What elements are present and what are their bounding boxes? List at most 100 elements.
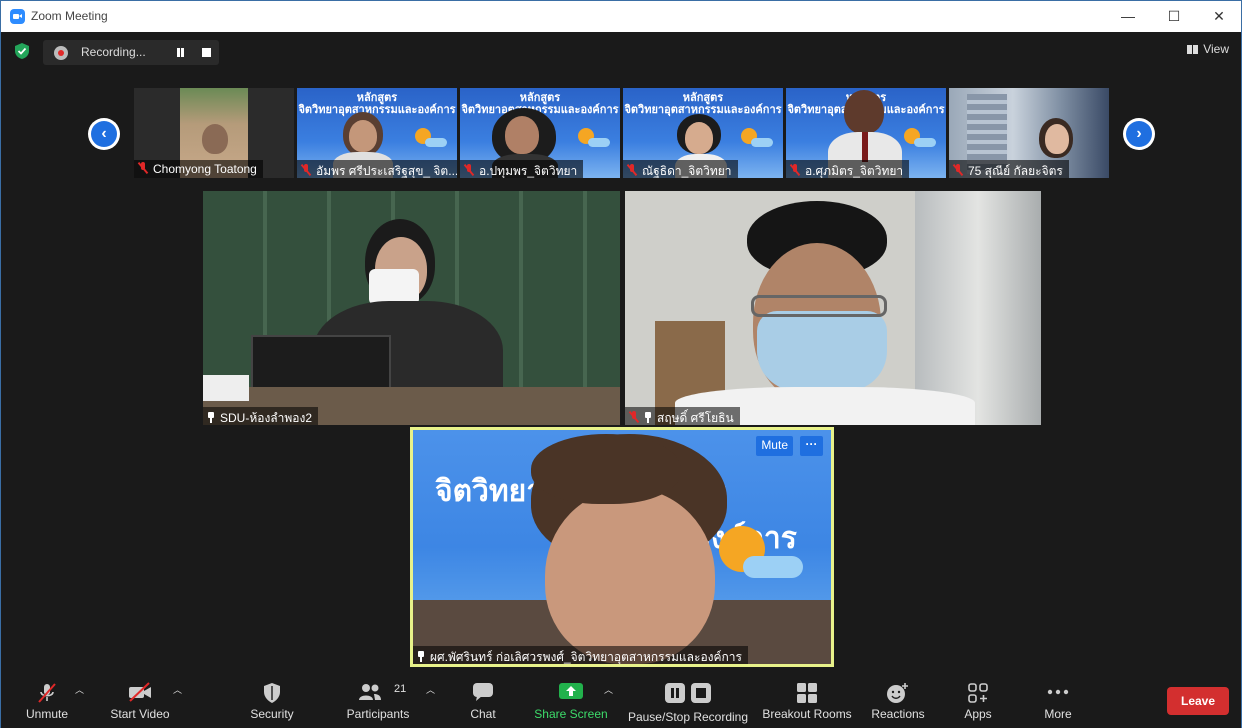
microphone-muted-icon	[38, 683, 56, 703]
pause-stop-icon	[665, 683, 711, 703]
cloud-graphic	[425, 138, 447, 147]
muted-mic-icon	[629, 411, 639, 423]
cloud-graphic	[751, 138, 773, 147]
chevron-left-icon: ‹	[91, 121, 117, 147]
participant-thumbnail[interactable]: 75 สุณีย์ กัลยะจิตร	[949, 88, 1109, 178]
maximize-button[interactable]: ☐	[1151, 1, 1197, 32]
cloud-graphic	[743, 556, 803, 578]
participant-thumbnail[interactable]: หลักสูตร จิตวิทยาอุตสาหกรรมและองค์การ อั…	[297, 88, 457, 178]
breakout-rooms-label: Breakout Rooms	[762, 707, 852, 721]
breakout-rooms-icon	[797, 683, 817, 703]
video-options-caret-icon[interactable]: ︿	[173, 685, 183, 695]
pause-recording-icon[interactable]	[175, 47, 186, 58]
share-options-caret-icon[interactable]: ︿	[604, 685, 614, 695]
share-screen-icon	[559, 683, 583, 699]
pin-icon	[644, 412, 652, 423]
security-button[interactable]: Security	[243, 673, 301, 728]
muted-mic-icon	[301, 164, 311, 176]
zoom-window: Zoom Meeting — ☐ ✕ Recording... View ‹ C…	[0, 0, 1242, 728]
participants-label: Participants	[346, 707, 410, 721]
zoom-app-icon	[10, 9, 25, 24]
slide-text: หลักสูตร	[682, 92, 724, 104]
recording-icon	[54, 46, 68, 60]
participant-video-tile[interactable]: SDU-ห้องลำพอง2	[203, 191, 620, 425]
view-label: View	[1203, 42, 1229, 56]
muted-mic-icon	[464, 164, 474, 176]
audio-options-caret-icon[interactable]: ︿	[75, 685, 85, 695]
slide-text: หลักสูตร	[519, 92, 561, 104]
participants-button[interactable]: 21 Participants	[341, 673, 415, 728]
smiley-add-icon	[887, 683, 908, 703]
unmute-button[interactable]: Unmute	[15, 673, 79, 728]
participant-thumbnail[interactable]: Chomyong Toatong	[134, 88, 294, 178]
share-screen-button[interactable]: Share Screen	[531, 673, 611, 728]
participant-thumbnail[interactable]: หลักสูตร จิตวิทยาอุตสาหกรรมและองค์การ ณั…	[623, 88, 783, 178]
participant-name-label: Chomyong Toatong	[134, 160, 263, 178]
mute-participant-button[interactable]: Mute	[756, 436, 793, 456]
pause-stop-recording-button[interactable]: Pause/Stop Recording	[625, 673, 751, 728]
muted-mic-icon	[790, 164, 800, 176]
slide-text: หลักสูตร	[356, 92, 398, 104]
encryption-shield-icon[interactable]	[13, 42, 31, 60]
chat-label: Chat	[470, 707, 496, 721]
title-bar: Zoom Meeting — ☐ ✕	[1, 1, 1241, 32]
shield-icon	[264, 683, 280, 703]
start-video-button[interactable]: Start Video	[105, 673, 175, 728]
apps-button[interactable]: Apps	[951, 673, 1005, 728]
participant-name-label: อัมพร ศรีประเสริฐสุข_ จิต...	[297, 160, 457, 178]
view-grid-icon	[1187, 45, 1199, 54]
participants-options-caret-icon[interactable]: ︿	[426, 685, 436, 695]
security-label: Security	[250, 707, 294, 721]
pause-stop-recording-label: Pause/Stop Recording	[627, 710, 749, 724]
muted-mic-icon	[627, 164, 637, 176]
active-speaker-tile[interactable]: จิตวิทยา ละองค์การ Mute ··· ผศ.พัศรินทร์…	[410, 427, 834, 667]
participant-thumbnail[interactable]: หลักสูตร จิตวิทยาอุตสาหกรรมและองค์การ อ.…	[460, 88, 620, 178]
reactions-button[interactable]: Reactions	[867, 673, 929, 728]
share-screen-label: Share Screen	[534, 707, 608, 721]
breakout-rooms-button[interactable]: Breakout Rooms	[759, 673, 855, 728]
recording-label: Recording...	[81, 45, 146, 59]
participant-name-label: อ.ปทุมพร_จิตวิทยา	[460, 160, 584, 178]
stop-recording-icon[interactable]	[202, 48, 211, 57]
cloud-graphic	[588, 138, 610, 147]
participant-name-label: อ.ศุภมิตร_จิตวิทยา	[786, 160, 910, 178]
slide-text: จิตวิทยา	[435, 475, 544, 508]
chat-button[interactable]: Chat	[459, 673, 507, 728]
participant-name-label: 75 สุณีย์ กัลยะจิตร	[949, 160, 1069, 178]
close-button[interactable]: ✕	[1196, 1, 1242, 32]
window-title: Zoom Meeting	[31, 9, 108, 23]
recording-indicator: Recording...	[43, 40, 219, 65]
start-video-label: Start Video	[110, 707, 170, 721]
muted-mic-icon	[953, 164, 963, 176]
participant-name-label: ณัฐธิดา_จิตวิทยา	[623, 160, 738, 178]
pin-icon	[417, 651, 425, 662]
unmute-label: Unmute	[25, 707, 69, 721]
more-label: More	[1044, 707, 1072, 721]
participant-video-tile[interactable]: สฤษดิ์ ศรีโยธิน	[625, 191, 1041, 425]
more-button[interactable]: More	[1031, 673, 1085, 728]
participant-thumbnail[interactable]: หลักสูตร จิตวิทยาอุตสาหกรรมและองค์การ อ.…	[786, 88, 946, 178]
participant-name-label: ผศ.พัศรินทร์ ก่อเลิศวรพงศ์_จิตวิทยาอุตสา…	[413, 646, 748, 664]
meeting-top-bar: Recording... View	[1, 32, 1241, 72]
chat-bubble-icon	[473, 683, 493, 701]
participant-name-label: SDU-ห้องลำพอง2	[203, 407, 319, 425]
view-button[interactable]: View	[1187, 42, 1229, 56]
next-page-button[interactable]: ›	[1123, 118, 1155, 150]
slide-text: จิตวิทยาอุตสาหกรรมและองค์การ	[298, 104, 456, 116]
previous-page-button[interactable]: ‹	[88, 118, 120, 150]
more-options-button[interactable]: ···	[800, 436, 823, 456]
minimize-button[interactable]: —	[1105, 1, 1151, 32]
pin-icon	[207, 412, 215, 423]
participants-count: 21	[394, 683, 407, 695]
chevron-right-icon: ›	[1126, 121, 1152, 147]
apps-icon	[968, 683, 988, 703]
participant-name-label: สฤษดิ์ ศรีโยธิน	[625, 407, 740, 425]
meeting-toolbar: Unmute ︿ Start Video ︿ Security 21 Parti…	[1, 673, 1241, 728]
cloud-graphic	[914, 138, 936, 147]
muted-mic-icon	[138, 162, 148, 174]
apps-label: Apps	[964, 707, 992, 721]
more-dots-icon	[1047, 689, 1069, 695]
leave-button[interactable]: Leave	[1167, 687, 1229, 715]
reactions-label: Reactions	[871, 707, 925, 721]
participants-icon	[359, 684, 381, 700]
